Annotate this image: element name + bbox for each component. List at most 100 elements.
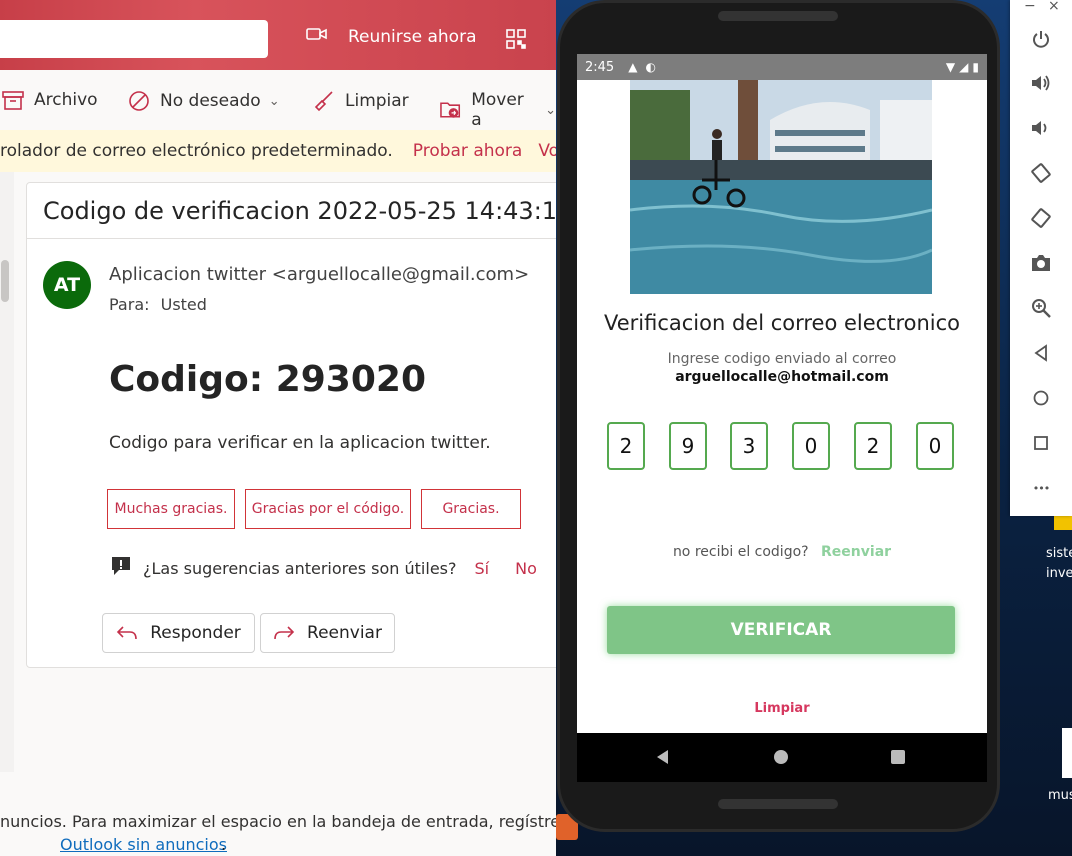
try-now-link[interactable]: Probar ahora <box>413 141 523 161</box>
sweep-label: Limpiar <box>345 91 409 111</box>
status-bar: 2:45 ▲ ◐ ▼ ◢ ▮ <box>577 54 987 80</box>
zoom-icon[interactable] <box>1030 297 1052 319</box>
feedback-no[interactable]: No <box>515 559 537 578</box>
meet-now-button[interactable]: Reunirse ahora <box>306 26 477 47</box>
desktop-label-line: siste <box>1046 546 1072 561</box>
reply-button[interactable]: Responder <box>102 613 255 653</box>
header-photo <box>630 80 932 294</box>
banner-text: rolador de correo electrónico predetermi… <box>0 141 393 161</box>
suggested-reply-2[interactable]: Gracias por el código. <box>245 489 411 529</box>
forward-arrow-icon <box>274 626 295 640</box>
resend-link[interactable]: Reenviar <box>821 544 891 560</box>
archive-icon <box>2 91 24 110</box>
nav-back-icon[interactable] <box>655 749 671 769</box>
volume-up-icon[interactable] <box>1030 72 1052 94</box>
battery-icon: ▮ <box>972 60 979 74</box>
chevron-down-icon: ⌄ <box>545 102 556 118</box>
android-nav-bar <box>577 733 987 782</box>
code-digit-5[interactable]: 2 <box>854 422 892 470</box>
ad-free-text: nuncios. Para maximizar el espacio en la… <box>0 812 556 831</box>
ad-free-link[interactable]: Outlook sin anuncios <box>60 835 227 854</box>
code-digit-4[interactable]: 0 <box>792 422 830 470</box>
nav-overview-icon[interactable] <box>891 750 905 764</box>
feedback-icon <box>109 555 133 581</box>
sender-name[interactable]: Aplicacion twitter <arguellocalle@gmail.… <box>109 264 529 285</box>
broom-icon <box>314 91 333 112</box>
email-body: Codigo para verificar en la aplicacion t… <box>109 433 491 453</box>
recipient-line: Para: Usted <box>109 295 207 314</box>
message-toolbar: Archivo No deseado ⌄ Limpiar Mover a ⌄ <box>0 70 556 130</box>
avatar[interactable]: AT <box>43 261 91 309</box>
move-to-button[interactable]: Mover a ⌄ <box>440 90 556 130</box>
nav-home-icon[interactable] <box>774 750 788 764</box>
archive-button[interactable]: Archivo <box>2 90 98 110</box>
archive-label: Archivo <box>34 90 98 110</box>
chevron-down-icon: ⌄ <box>268 93 280 109</box>
more-icon[interactable]: ••• <box>1030 477 1052 499</box>
outlook-window: Reunirse ahora Archivo No deseado ⌄ Limp… <box>0 0 556 856</box>
reply-label: Responder <box>150 623 241 643</box>
resend-prompt: no recibi el codigo? <box>672 544 809 560</box>
suggested-reply-1[interactable]: Muchas gracias. <box>107 489 235 529</box>
email-subject: Codigo de verificacion 2022-05-25 14:43:… <box>43 197 556 225</box>
status-time: 2:45 <box>585 59 615 75</box>
warning-icon: ▲ <box>628 60 638 74</box>
desktop-item-label[interactable]: mus <box>1048 788 1072 803</box>
code-digit-2[interactable]: 9 <box>669 422 707 470</box>
reading-pane: Codigo de verificacion 2022-05-25 14:43:… <box>26 182 556 668</box>
desktop-item-label[interactable]: siste inve <box>1046 544 1072 584</box>
forward-button[interactable]: Reenviar <box>260 613 395 653</box>
default-mail-banner: rolador de correo electrónico predetermi… <box>0 130 556 172</box>
emulator-toolbar: × − ••• <box>1010 0 1072 516</box>
power-icon[interactable] <box>1030 28 1052 50</box>
feedback-question: ¿Las sugerencias anteriores son útiles? <box>143 558 457 578</box>
move-folder-icon <box>440 102 461 118</box>
app-notification-icon: ◐ <box>645 60 656 74</box>
back-icon[interactable] <box>1030 342 1052 364</box>
scrollbar-thumb[interactable] <box>1 260 9 302</box>
search-box[interactable] <box>0 20 268 58</box>
to-value: Usted <box>160 295 207 314</box>
outlook-header: Reunirse ahora <box>0 0 556 70</box>
screen-title: Verificacion del correo electronico <box>603 311 961 335</box>
move-to-label: Mover a <box>471 90 524 130</box>
video-camera-icon <box>306 26 328 47</box>
to-label: Para: <box>109 295 150 314</box>
minimize-icon[interactable]: − <box>1024 0 1036 14</box>
desktop-label-line: inve <box>1046 566 1072 581</box>
ad-free-banner: nuncios. Para maximizar el espacio en la… <box>0 772 556 856</box>
screen-subtitle: Ingrese codigo enviado al correo <box>667 351 897 367</box>
rotate-right-icon[interactable] <box>1030 207 1052 229</box>
qr-code-icon[interactable] <box>506 29 526 49</box>
feedback-yes[interactable]: Sí <box>474 559 489 578</box>
junk-button[interactable]: No deseado ⌄ <box>128 90 280 112</box>
volume-down-icon[interactable] <box>1030 117 1052 139</box>
junk-label: No deseado <box>160 91 261 111</box>
document-icon[interactable] <box>1062 728 1072 778</box>
clear-button[interactable]: Limpiar <box>577 701 987 716</box>
code-heading: Codigo: 293020 <box>109 359 426 400</box>
ad-free-period: . <box>221 835 227 854</box>
go-back-link[interactable]: Volver <box>538 141 556 161</box>
meet-now-label: Reunirse ahora <box>348 26 477 47</box>
code-digit-1[interactable]: 2 <box>607 422 645 470</box>
verify-button[interactable]: VERIFICAR <box>607 606 955 654</box>
android-phone-frame: 2:45 ▲ ◐ ▼ ◢ ▮ Verificacion del correo e… <box>557 0 1000 832</box>
target-email: arguellocalle@hotmail.com <box>675 369 889 385</box>
code-digit-3[interactable]: 3 <box>730 422 768 470</box>
close-icon[interactable]: × <box>1048 0 1060 14</box>
suggested-reply-3[interactable]: Gracias. <box>421 489 521 529</box>
speaker-grille <box>718 11 838 21</box>
camera-icon[interactable] <box>1030 252 1052 274</box>
reply-arrow-icon <box>117 626 138 640</box>
signal-icon: ◢ <box>959 60 969 74</box>
phone-screen: 2:45 ▲ ◐ ▼ ◢ ▮ Verificacion del correo e… <box>577 54 987 782</box>
rotate-left-icon[interactable] <box>1030 162 1052 184</box>
home-icon[interactable] <box>1030 387 1052 409</box>
divider <box>27 238 556 239</box>
forward-label: Reenviar <box>307 623 382 643</box>
wifi-icon: ▼ <box>945 60 956 74</box>
sweep-button[interactable]: Limpiar <box>311 90 409 112</box>
code-digit-6[interactable]: 0 <box>916 422 954 470</box>
overview-icon[interactable] <box>1030 432 1052 454</box>
